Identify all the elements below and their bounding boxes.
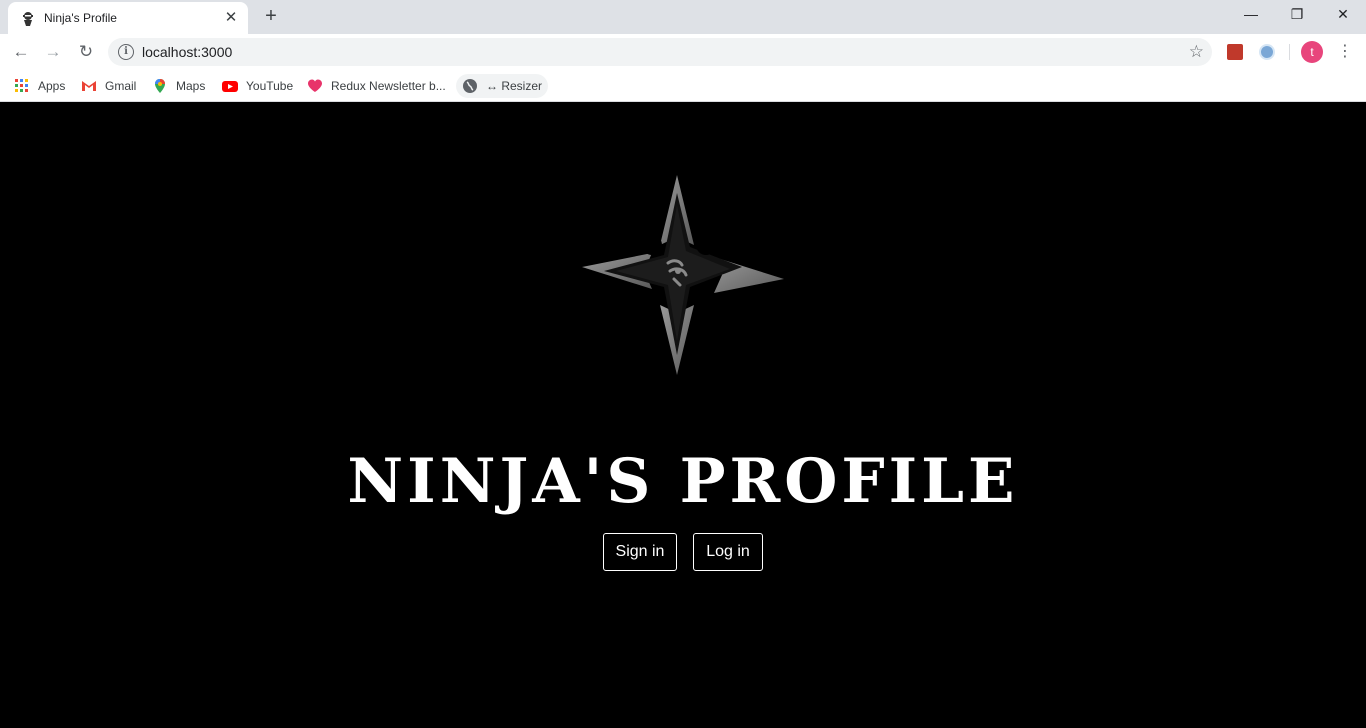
gmail-icon [82, 81, 96, 91]
address-bar[interactable]: i localhost:3000 ☆ [108, 38, 1212, 66]
bookmark-label: Apps [38, 79, 66, 93]
restore-button[interactable]: ❐ [1274, 0, 1320, 30]
close-icon[interactable]: ✕ [222, 9, 240, 27]
back-button[interactable]: ← [8, 39, 34, 65]
browser-menu-icon[interactable]: ⋮ [1335, 40, 1355, 64]
bookmark-gmail[interactable]: Gmail [81, 74, 136, 98]
toolbar-divider [1289, 44, 1290, 60]
browser-tab[interactable]: Ninja's Profile ✕ [8, 2, 248, 34]
profile-avatar[interactable]: t [1301, 41, 1323, 63]
bookmark-apps[interactable]: Apps [14, 74, 65, 98]
globe-icon [463, 79, 477, 93]
window-close-button[interactable]: ✕ [1320, 0, 1366, 30]
bookmark-label: Redux Newsletter b... [331, 79, 446, 93]
shuriken-icon [582, 175, 784, 375]
bookmark-star-icon[interactable]: ☆ [1189, 41, 1204, 63]
heart-icon [308, 79, 322, 92]
log-in-button[interactable]: Log in [693, 533, 763, 571]
bookmark-resizer[interactable]: ↔ Resizer [456, 74, 549, 98]
bookmark-label: Gmail [105, 79, 137, 93]
browser-toolbar: ← → ↻ i localhost:3000 ☆ t ⋮ [0, 34, 1366, 70]
page-content: NINJA'S PROFILE Sign in Log in [0, 103, 1366, 728]
sign-in-button[interactable]: Sign in [603, 533, 677, 571]
bookmark-label: Maps [176, 79, 206, 93]
extension-icon-2[interactable] [1259, 44, 1275, 60]
maps-pin-icon [155, 79, 165, 93]
bookmark-youtube[interactable]: YouTube [222, 74, 293, 98]
new-tab-plus-icon[interactable]: + [259, 5, 283, 29]
bookmark-redux-newsletter[interactable]: Redux Newsletter b... [307, 74, 446, 98]
bookmark-label: ↔ Resizer [486, 79, 543, 93]
bookmark-maps[interactable]: Maps [152, 74, 205, 98]
youtube-icon [222, 81, 238, 92]
ninja-favicon-icon [23, 12, 33, 26]
site-info-icon[interactable]: i [118, 44, 134, 60]
tab-title: Ninja's Profile [44, 11, 117, 25]
bookmarks-bar: Apps Gmail Maps YouTube Redux Newsletter… [0, 70, 1366, 102]
address-url[interactable]: localhost:3000 [142, 44, 232, 60]
extension-icon[interactable] [1227, 44, 1243, 60]
minimize-button[interactable]: — [1228, 0, 1274, 30]
bookmark-label: YouTube [246, 79, 294, 93]
reload-button[interactable]: ↻ [73, 39, 99, 65]
page-title: NINJA'S PROFILE [347, 446, 1019, 517]
apps-grid-icon [15, 79, 28, 92]
tab-strip: Ninja's Profile ✕ + — ❐ ✕ [0, 0, 1366, 34]
forward-button[interactable]: → [40, 39, 66, 65]
